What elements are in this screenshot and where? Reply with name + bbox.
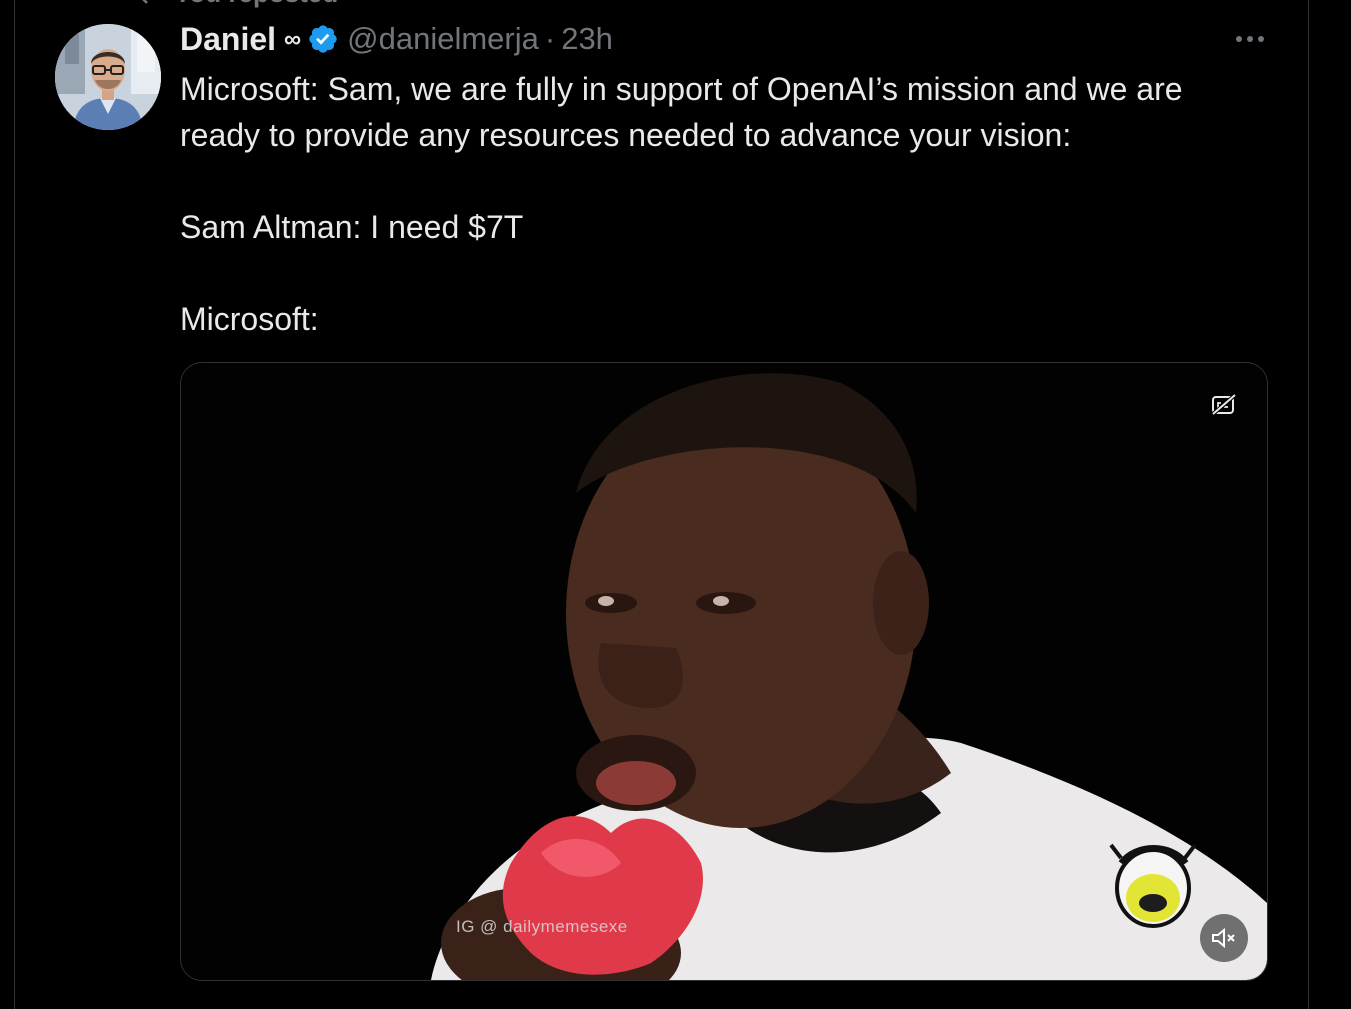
tweet-line: Microsoft: Sam, we are fully in support … (180, 71, 1183, 107)
video-watermark: IG @ dailymemesexe (456, 917, 628, 936)
tweet-line: ready to provide any resources needed to… (180, 117, 1072, 153)
author-name[interactable]: Daniel (180, 21, 276, 58)
verified-badge-icon[interactable] (307, 23, 339, 55)
timestamp[interactable]: 23h (561, 21, 613, 57)
more-options-icon[interactable] (1226, 22, 1274, 56)
tweet-text: Microsoft: Sam, we are fully in support … (180, 66, 1280, 342)
repost-label: You reposted (174, 0, 338, 9)
repost-indicator[interactable]: You reposted (130, 0, 338, 8)
tweet-line: Sam Altman: I need $7T (180, 209, 524, 245)
avatar[interactable] (55, 24, 161, 130)
closed-captions-icon[interactable] (1211, 393, 1237, 417)
timeline-border-left (14, 0, 15, 1009)
more-dot (1247, 36, 1253, 42)
video-frame (181, 363, 1267, 980)
avatar-image (55, 24, 161, 130)
repost-icon (142, 0, 148, 4)
affiliation-icon[interactable]: ∞ (284, 26, 301, 54)
tweet-line: Microsoft: (180, 301, 319, 337)
author-handle[interactable]: @danielmerja (347, 21, 539, 57)
video-player[interactable]: IG @ dailymemesexe (180, 362, 1268, 981)
more-dot (1236, 36, 1242, 42)
timeline-border-right (1308, 0, 1309, 1009)
mute-icon (1212, 927, 1235, 949)
more-dot (1258, 36, 1264, 42)
mute-button[interactable] (1200, 914, 1248, 962)
tweet-header: Daniel ∞ @danielmerja · 23h (180, 18, 613, 60)
separator-dot: · (544, 21, 556, 56)
